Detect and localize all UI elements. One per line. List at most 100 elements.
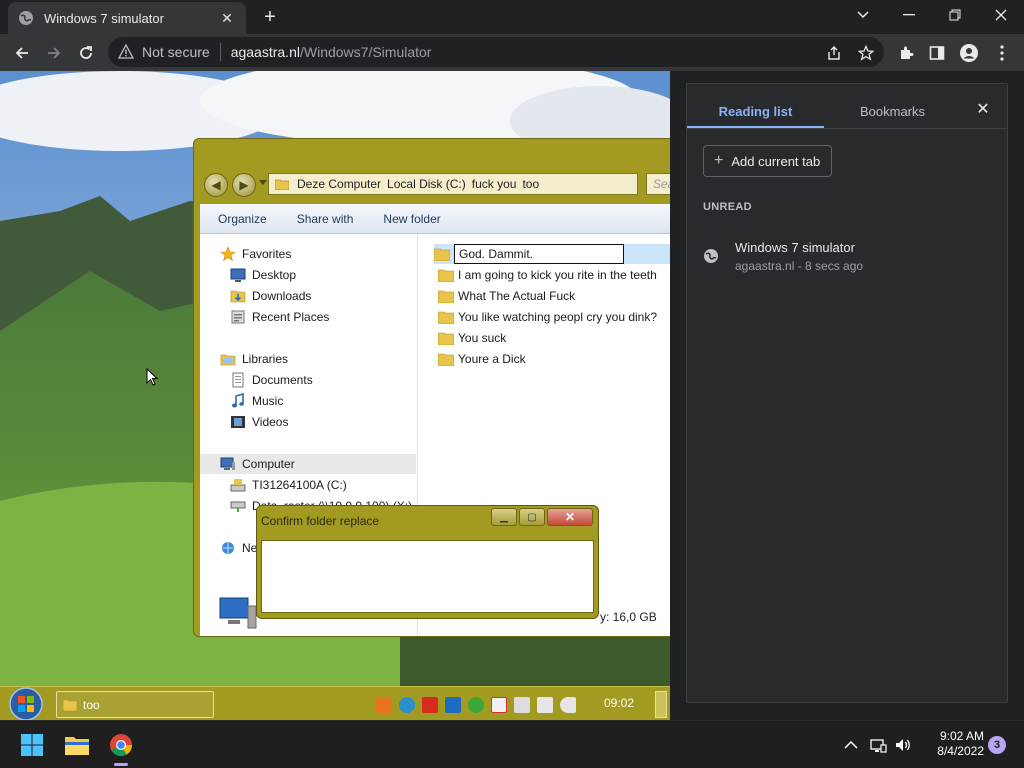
nav-label: Recent Places xyxy=(252,310,330,324)
confirm-folder-replace-dialog[interactable]: Confirm folder replace ▁ ▢ ✕ xyxy=(256,505,599,619)
tab-reading-list[interactable]: Reading list xyxy=(687,94,824,128)
breadcrumb-part[interactable]: Deze Computer xyxy=(297,177,381,191)
add-button-label: Add current tab xyxy=(731,153,821,169)
reload-button[interactable] xyxy=(72,39,100,67)
folder-item[interactable]: I am going to kick you rite in the teeth xyxy=(438,265,657,285)
tray-outlook-icon[interactable] xyxy=(445,697,461,713)
folder-item[interactable]: You suck xyxy=(438,328,506,348)
reading-item-title: Windows 7 simulator xyxy=(735,240,855,255)
tray-volume-icon[interactable] xyxy=(560,697,576,713)
share-icon[interactable] xyxy=(820,39,848,67)
dialog-close-button[interactable]: ✕ xyxy=(547,508,593,526)
browser-tab[interactable]: Windows 7 simulator ✕ xyxy=(8,2,246,34)
tray-flag-icon[interactable] xyxy=(491,697,507,713)
network-drive-icon xyxy=(230,501,246,512)
folder-icon xyxy=(438,332,454,345)
tab-strip: Windows 7 simulator ✕ + xyxy=(0,0,1024,34)
folder-name: I am going to kick you rite in the teeth xyxy=(458,268,657,282)
side-panel-icon[interactable] xyxy=(923,39,951,67)
nav-label: Downloads xyxy=(252,289,312,303)
tray-device-icon[interactable] xyxy=(514,697,530,713)
film-icon xyxy=(231,416,245,428)
nav-documents[interactable]: Documents xyxy=(230,370,313,390)
tray-pdf-icon[interactable] xyxy=(422,697,438,713)
chevron-up-icon[interactable] xyxy=(842,736,860,754)
folder-item[interactable]: What The Actual Fuck xyxy=(438,286,575,306)
reading-list-item[interactable]: Windows 7 simulator agaastra.nl - 8 secs… xyxy=(687,234,1007,278)
nav-libraries[interactable]: Libraries xyxy=(220,349,288,369)
show-desktop-button[interactable] xyxy=(655,691,667,718)
folder-icon xyxy=(65,737,89,755)
close-tab-icon[interactable]: ✕ xyxy=(218,10,236,27)
command-bar: Organize Share with New folder xyxy=(200,204,670,234)
clock-time: 9:02 AM xyxy=(939,729,984,743)
close-side-panel-icon[interactable]: ✕ xyxy=(973,100,993,120)
close-window-button[interactable] xyxy=(978,0,1024,30)
not-secure-label[interactable]: Not secure xyxy=(142,44,210,60)
nav-videos[interactable]: Videos xyxy=(230,412,288,432)
nav-downloads[interactable]: Downloads xyxy=(230,286,311,306)
forward-button[interactable] xyxy=(40,39,68,67)
file-explorer-button[interactable] xyxy=(61,729,93,761)
rename-input[interactable]: God. Dammit. xyxy=(454,244,624,264)
tray-network-icon[interactable] xyxy=(399,697,415,713)
taskbar-explorer-button[interactable]: too xyxy=(56,691,214,718)
nav-local-drive[interactable]: TI31264100A (C:) xyxy=(230,475,347,495)
explorer-back-button[interactable]: ◀ xyxy=(204,173,228,197)
tab-bookmarks[interactable]: Bookmarks xyxy=(824,94,961,128)
new-tab-button[interactable]: + xyxy=(258,5,282,29)
extensions-icon[interactable] xyxy=(892,39,920,67)
volume-icon[interactable] xyxy=(894,736,912,754)
explorer-forward-button[interactable]: ▶ xyxy=(232,173,256,197)
breadcrumb-part[interactable]: too xyxy=(522,177,539,191)
dialog-maximize-button[interactable]: ▢ xyxy=(519,508,545,526)
address-bar[interactable]: Not secure agaastra.nl /Windows7/Simulat… xyxy=(108,37,884,67)
tray-check-icon[interactable] xyxy=(468,697,484,713)
nav-label: Computer xyxy=(242,457,295,471)
chrome-button[interactable] xyxy=(105,729,137,761)
notification-badge[interactable]: 3 xyxy=(988,736,1006,754)
back-button[interactable] xyxy=(8,39,36,67)
profile-icon[interactable] xyxy=(955,39,983,67)
share-with-button[interactable]: Share with xyxy=(297,212,354,226)
dialog-minimize-button[interactable]: ▁ xyxy=(491,508,517,526)
folder-icon xyxy=(434,248,450,261)
new-folder-button[interactable]: New folder xyxy=(383,212,440,226)
nav-label: Libraries xyxy=(242,352,289,366)
minimize-button[interactable] xyxy=(886,0,932,30)
globe-icon xyxy=(19,11,33,25)
folder-icon xyxy=(438,269,454,282)
tray-app-icon[interactable] xyxy=(376,697,392,713)
folder-item-renaming[interactable]: God. Dammit. xyxy=(434,244,670,264)
organize-button[interactable]: Organize xyxy=(218,212,267,226)
start-button[interactable] xyxy=(16,729,48,761)
restore-button[interactable] xyxy=(932,0,978,30)
breadcrumb-part[interactable]: fuck you xyxy=(472,177,517,191)
folder-item[interactable]: Youre a Dick xyxy=(438,349,526,369)
nav-recent-places[interactable]: Recent Places xyxy=(230,307,329,327)
add-current-tab-button[interactable]: + Add current tab xyxy=(703,145,832,177)
win7-clock[interactable]: 09:02 xyxy=(604,696,634,710)
tray-display-icon[interactable] xyxy=(537,697,553,713)
system-clock[interactable]: 9:02 AM 8/4/2022 xyxy=(920,729,984,759)
folder-name: Youre a Dick xyxy=(458,352,526,366)
nav-computer[interactable]: Computer xyxy=(200,454,416,474)
tab-search-icon[interactable] xyxy=(840,0,886,30)
arrow-left-icon xyxy=(15,47,28,59)
breadcrumb-part[interactable]: Local Disk (C:) xyxy=(387,177,466,191)
recent-places-icon xyxy=(231,310,245,324)
recent-pages-chevron-icon[interactable] xyxy=(259,180,267,185)
nav-favorites[interactable]: Favorites xyxy=(220,244,291,264)
folder-item[interactable]: You like watching peopl cry you dink? xyxy=(438,307,657,327)
explorer-address-bar[interactable]: Deze Computer Local Disk (C:) fuck you t… xyxy=(268,173,638,195)
start-orb-icon[interactable] xyxy=(8,687,44,720)
bookmark-star-icon[interactable] xyxy=(852,39,880,67)
menu-kebab-icon[interactable] xyxy=(988,39,1016,67)
dialog-body xyxy=(261,540,594,613)
explorer-search-input[interactable]: Sea xyxy=(646,173,670,195)
warning-icon[interactable] xyxy=(118,44,134,60)
nav-label: Music xyxy=(252,394,284,408)
network-icon[interactable] xyxy=(869,736,887,754)
nav-desktop[interactable]: Desktop xyxy=(230,265,296,285)
nav-music[interactable]: Music xyxy=(230,391,283,411)
